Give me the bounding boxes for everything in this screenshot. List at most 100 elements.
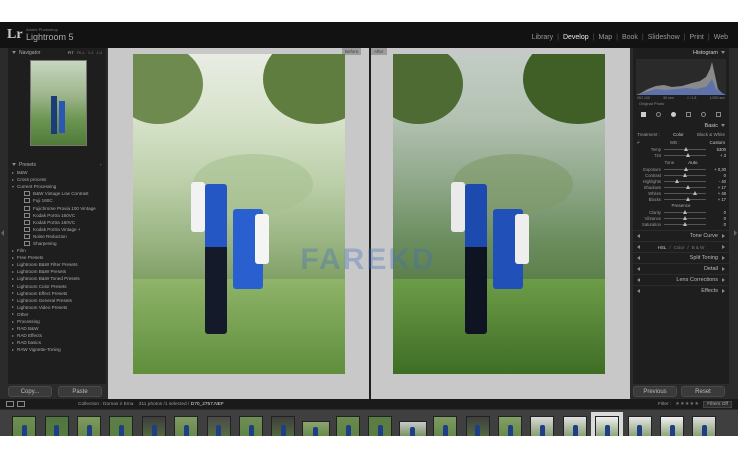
preset-folder[interactable]: B&W (10, 169, 106, 176)
filmstrip-thumbnail[interactable] (105, 412, 137, 436)
hsl-tab[interactable]: HSL (658, 245, 667, 250)
slider-knob[interactable] (683, 173, 687, 177)
filmstrip-thumbnail[interactable] (656, 412, 688, 436)
before-photo[interactable] (133, 54, 345, 374)
filmstrip-thumbnail[interactable] (8, 412, 40, 436)
presets-header[interactable]: Presets + (8, 160, 106, 169)
preset-folder[interactable]: Lightroom Effect Presets (10, 290, 106, 297)
wb-value[interactable]: Custom (709, 140, 725, 145)
navigator-preview[interactable] (30, 60, 87, 146)
module-slideshow[interactable]: Slideshow (644, 34, 684, 41)
adjustment-brush-icon[interactable] (716, 111, 721, 117)
secondary-window-icon[interactable] (17, 401, 25, 407)
module-map[interactable]: Map (594, 34, 616, 41)
lens-corrections-panel[interactable]: Lens Corrections (633, 274, 729, 285)
slider-track[interactable] (664, 216, 706, 220)
filmstrip-thumbnail[interactable] (170, 412, 202, 436)
eyedropper-icon[interactable]: ⌿ (637, 140, 640, 145)
left-panel-toggle-icon[interactable] (1, 230, 4, 236)
filmstrip-thumbnail[interactable] (461, 412, 493, 436)
copy-button[interactable]: Copy... (8, 386, 52, 397)
module-print[interactable]: Print (685, 34, 707, 41)
radial-filter-icon[interactable] (701, 111, 706, 117)
reset-button[interactable]: Reset (681, 386, 725, 397)
filmstrip-thumbnail[interactable] (332, 412, 364, 436)
filmstrip-thumbnail[interactable] (494, 412, 526, 436)
preset-folder[interactable]: Lightroom B&W Presets (10, 268, 106, 275)
red-eye-icon[interactable] (671, 111, 676, 117)
preset-folder[interactable]: Cross process (10, 176, 106, 183)
preset-folder[interactable]: RAD B&W (10, 325, 106, 332)
slider-knob[interactable] (686, 153, 690, 157)
color-tab[interactable]: Color (674, 245, 685, 250)
slider-knob[interactable] (683, 222, 687, 226)
filmstrip-thumbnail[interactable] (397, 412, 429, 436)
slider-track[interactable] (664, 191, 706, 195)
slider-track[interactable] (664, 167, 706, 171)
slider-knob[interactable] (683, 167, 688, 171)
histogram[interactable] (636, 59, 726, 95)
preset-item[interactable]: Sharpening (10, 240, 106, 247)
preset-folder[interactable]: RAD basics (10, 339, 106, 346)
bw-tab[interactable]: B & W (692, 245, 705, 250)
slider-knob[interactable] (683, 210, 687, 214)
tone-curve-panel[interactable]: Tone Curve (633, 230, 729, 241)
preset-folder[interactable]: Lightroom General Presets (10, 297, 106, 304)
preset-folder[interactable]: Lightroom B&W Filter Presets (10, 261, 106, 268)
preset-folder[interactable]: Other (10, 311, 106, 318)
split-toning-panel[interactable]: Split Toning (633, 252, 729, 263)
filmstrip-thumbnail[interactable] (138, 412, 170, 436)
histogram-header[interactable]: Histogram (633, 48, 729, 57)
filmstrip-thumbnail[interactable] (235, 412, 267, 436)
paste-button[interactable]: Paste (58, 386, 102, 397)
preset-item[interactable]: Kodak Portra 160VC (10, 219, 106, 226)
detail-panel[interactable]: Detail (633, 263, 729, 274)
preset-folder[interactable]: Lightroom B&W Toned Presets (10, 275, 106, 282)
slider-track[interactable] (664, 222, 706, 226)
preset-folder[interactable]: Current Processing (10, 183, 106, 190)
filmstrip-thumbnail[interactable] (40, 412, 72, 436)
effects-panel[interactable]: Effects (633, 285, 729, 296)
right-panel-toggle-icon[interactable] (734, 230, 737, 236)
module-develop[interactable]: Develop (559, 34, 593, 41)
filmstrip-thumbnail[interactable] (623, 412, 655, 436)
preset-item[interactable]: Fujichrome Provia 100 Vintage (10, 204, 106, 211)
slider-track[interactable] (664, 210, 706, 214)
preset-item[interactable]: Kodak Portra 160VC (10, 212, 106, 219)
module-book[interactable]: Book (618, 34, 642, 41)
slider-track[interactable] (664, 173, 706, 177)
filmstrip-thumbnail[interactable] (202, 412, 234, 436)
navigator-header[interactable]: Navigator FIT FILL 1:1 1:4 (8, 48, 106, 57)
filmstrip-thumbnail[interactable] (688, 412, 720, 436)
hsl-panel[interactable]: HSL / Color / B & W (633, 241, 729, 252)
filmstrip-thumbnail[interactable] (591, 412, 624, 436)
zoom-1-1[interactable]: 1:1 (88, 50, 94, 55)
spot-removal-icon[interactable] (656, 111, 661, 117)
preset-item[interactable]: Fuji 160C (10, 197, 106, 204)
filmstrip-thumbnail[interactable] (364, 412, 396, 436)
slider-knob[interactable] (684, 147, 688, 151)
basic-header[interactable]: Basic (633, 121, 729, 130)
filters-dropdown[interactable]: Filters Off (703, 400, 732, 408)
preset-item[interactable]: B&W Vintage Low Contrast (10, 190, 106, 197)
module-web[interactable]: Web (710, 34, 732, 41)
preset-folder[interactable]: Free Presets (10, 254, 106, 261)
slider-track[interactable] (664, 179, 706, 183)
zoom-fill[interactable]: FILL (77, 50, 85, 55)
slider-knob[interactable] (693, 191, 698, 195)
original-photo-checkbox[interactable]: Original Photo (633, 101, 729, 106)
tone-auto-button[interactable]: Auto (688, 160, 697, 165)
slider-track[interactable] (664, 185, 706, 189)
grid-view-icon[interactable] (6, 401, 14, 407)
slider-track[interactable] (664, 197, 706, 201)
zoom-1-4[interactable]: 1:4 (96, 50, 102, 55)
slider-knob[interactable] (686, 185, 691, 189)
preset-item[interactable]: Kodak Portra Vintage + (10, 226, 106, 233)
after-photo[interactable] (393, 54, 605, 374)
preset-folder[interactable]: Film (10, 247, 106, 254)
preset-folder[interactable]: Lightroom Color Presets (10, 283, 106, 290)
zoom-fit[interactable]: FIT (68, 50, 74, 55)
preset-folder[interactable]: Processing (10, 318, 106, 325)
saturation-slider[interactable]: Saturation 0 (633, 221, 729, 227)
filmstrip-thumbnail[interactable] (73, 412, 105, 436)
